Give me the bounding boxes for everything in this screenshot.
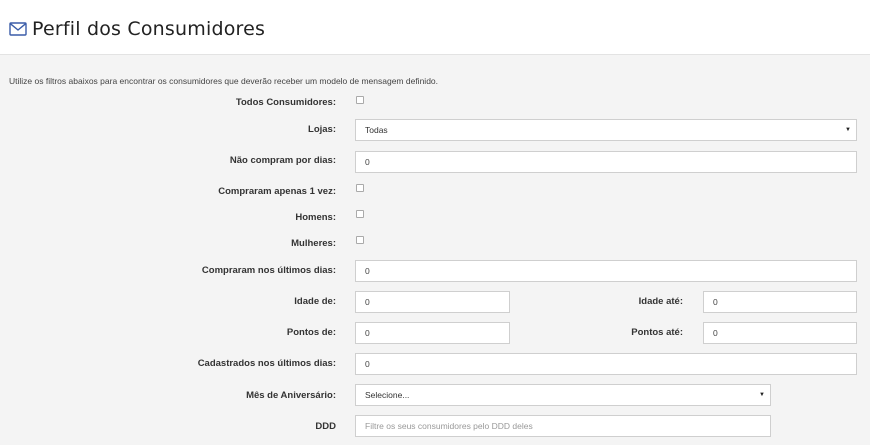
nao-compram-label: Não compram por dias: xyxy=(229,155,336,166)
todos-consumidores-label: Todos Consumidores: xyxy=(235,97,336,108)
cadastrados-input[interactable]: 0 xyxy=(355,353,857,375)
pontos-de-label: Pontos de: xyxy=(286,327,336,338)
nao-compram-input[interactable]: 0 xyxy=(355,151,857,173)
cadastrados-label: Cadastrados nos últimos dias: xyxy=(197,358,336,369)
mes-aniversario-select[interactable]: Selecione... ▼ xyxy=(355,384,771,406)
intro-text: Utilize os filtros abaixos para encontra… xyxy=(9,76,439,86)
mulheres-label: Mulheres: xyxy=(291,238,336,249)
idade-ate-label: Idade até: xyxy=(638,296,683,307)
mes-aniversario-value: Selecione... xyxy=(365,390,410,400)
lojas-label: Lojas: xyxy=(308,124,336,135)
lojas-select[interactable]: Todas ▼ xyxy=(355,119,857,141)
compraram-ultimos-input[interactable]: 0 xyxy=(355,260,857,282)
pontos-ate-input[interactable]: 0 xyxy=(703,322,857,344)
ddd-input[interactable]: Filtre os seus consumidores pelo DDD del… xyxy=(355,415,771,437)
lojas-select-value: Todas xyxy=(365,125,388,135)
mes-aniversario-label: Mês de Aniversário: xyxy=(246,390,336,401)
homens-checkbox[interactable] xyxy=(356,210,364,218)
page-title: Perfil dos Consumidores xyxy=(32,18,266,40)
compraram-1-vez-label: Compraram apenas 1 vez: xyxy=(218,186,336,197)
page-header: Perfil dos Consumidores xyxy=(0,0,870,55)
compraram-ultimos-label: Compraram nos últimos dias: xyxy=(201,265,336,276)
envelope-icon xyxy=(9,22,27,36)
pontos-ate-label: Pontos até: xyxy=(631,327,683,338)
mulheres-checkbox[interactable] xyxy=(356,236,364,244)
homens-label: Homens: xyxy=(295,212,336,223)
title-wrap: Perfil dos Consumidores xyxy=(9,17,265,41)
compraram-1-vez-checkbox[interactable] xyxy=(356,184,364,192)
idade-ate-input[interactable]: 0 xyxy=(703,291,857,313)
idade-de-label: Idade de: xyxy=(294,296,336,307)
caret-down-icon: ▼ xyxy=(845,127,851,133)
ddd-label: DDD xyxy=(315,421,336,432)
caret-down-icon: ▼ xyxy=(759,392,765,398)
todos-consumidores-checkbox[interactable] xyxy=(356,96,364,104)
